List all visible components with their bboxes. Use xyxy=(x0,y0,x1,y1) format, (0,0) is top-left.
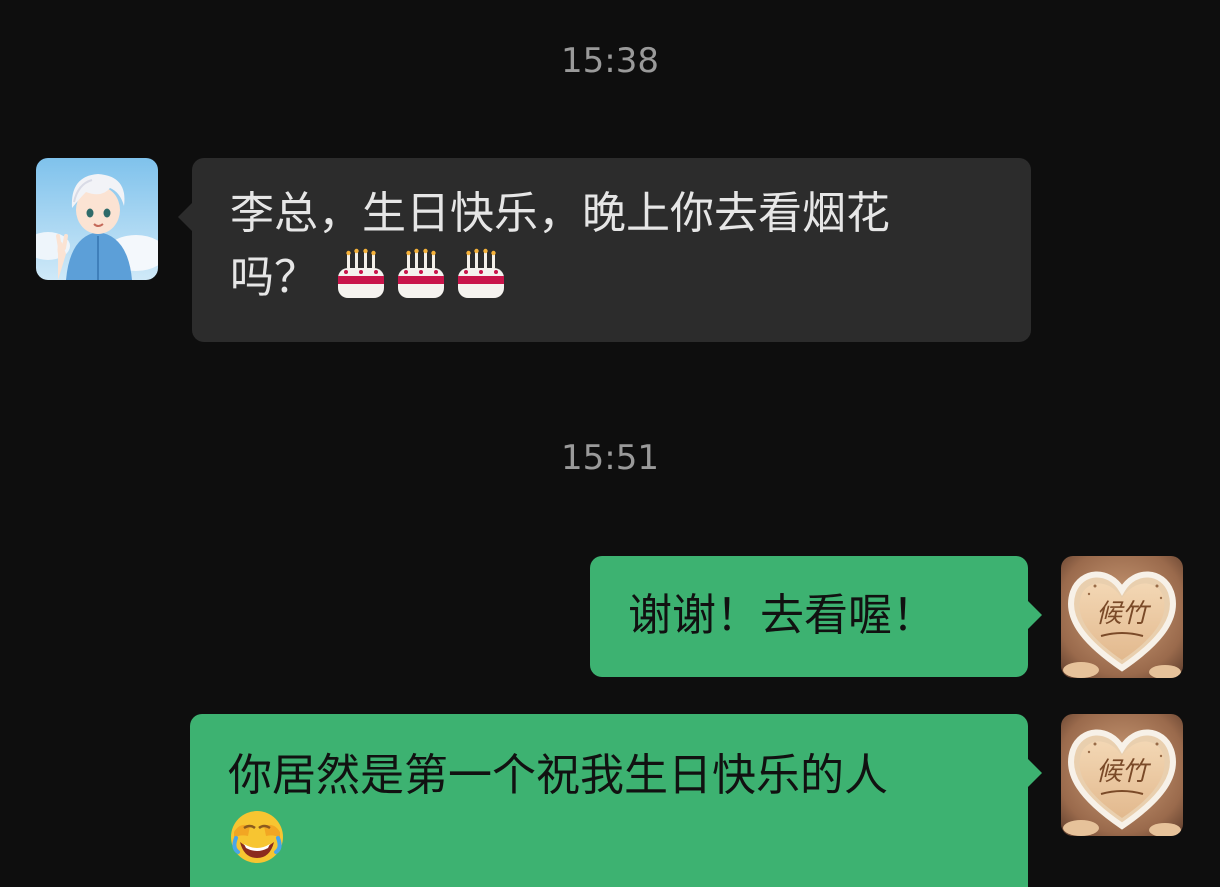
face-with-tears-of-joy-icon xyxy=(228,808,286,866)
message-timestamp: 15:38 xyxy=(561,41,659,81)
chat-screen: 15:38 李总，生日快乐，晚上你去看烟花 吗？ 15:51 谢谢！去看喔！ 候… xyxy=(0,0,1220,887)
message-text-line2: 吗？ xyxy=(230,246,995,310)
birthday-cake-icon xyxy=(396,248,446,300)
message-text: 吗？ xyxy=(230,252,318,303)
message-text-line2 xyxy=(228,808,992,874)
bubble-tail xyxy=(178,202,193,232)
message-text: 谢谢！去看喔！ xyxy=(628,590,936,641)
birthday-cake-icon xyxy=(456,248,506,300)
contact-avatar-image xyxy=(36,158,158,280)
outgoing-message-bubble[interactable]: 谢谢！去看喔！ xyxy=(590,556,1042,677)
avatar-lettering: 候竹 xyxy=(1096,599,1152,629)
contact-avatar[interactable] xyxy=(36,158,158,280)
my-avatar[interactable]: 候竹 xyxy=(1061,556,1183,678)
message-text: 李总，生日快乐，晚上你去看烟花 xyxy=(230,188,890,239)
birthday-cake-icon xyxy=(336,248,386,300)
outgoing-message-bubble[interactable]: 你居然是第一个祝我生日快乐的人 xyxy=(190,714,1042,887)
message-timestamp: 15:51 xyxy=(561,438,659,478)
avatar-lettering: 候竹 xyxy=(1096,757,1152,787)
incoming-message-bubble[interactable]: 李总，生日快乐，晚上你去看烟花 吗？ xyxy=(178,158,1031,342)
bubble-tail xyxy=(1027,600,1042,630)
my-avatar-image: 候竹 xyxy=(1061,556,1183,678)
message-text: 你居然是第一个祝我生日快乐的人 xyxy=(228,750,888,801)
my-avatar[interactable]: 候竹 xyxy=(1061,714,1183,836)
bubble-tail xyxy=(1027,758,1042,788)
my-avatar-image: 候竹 xyxy=(1061,714,1183,836)
